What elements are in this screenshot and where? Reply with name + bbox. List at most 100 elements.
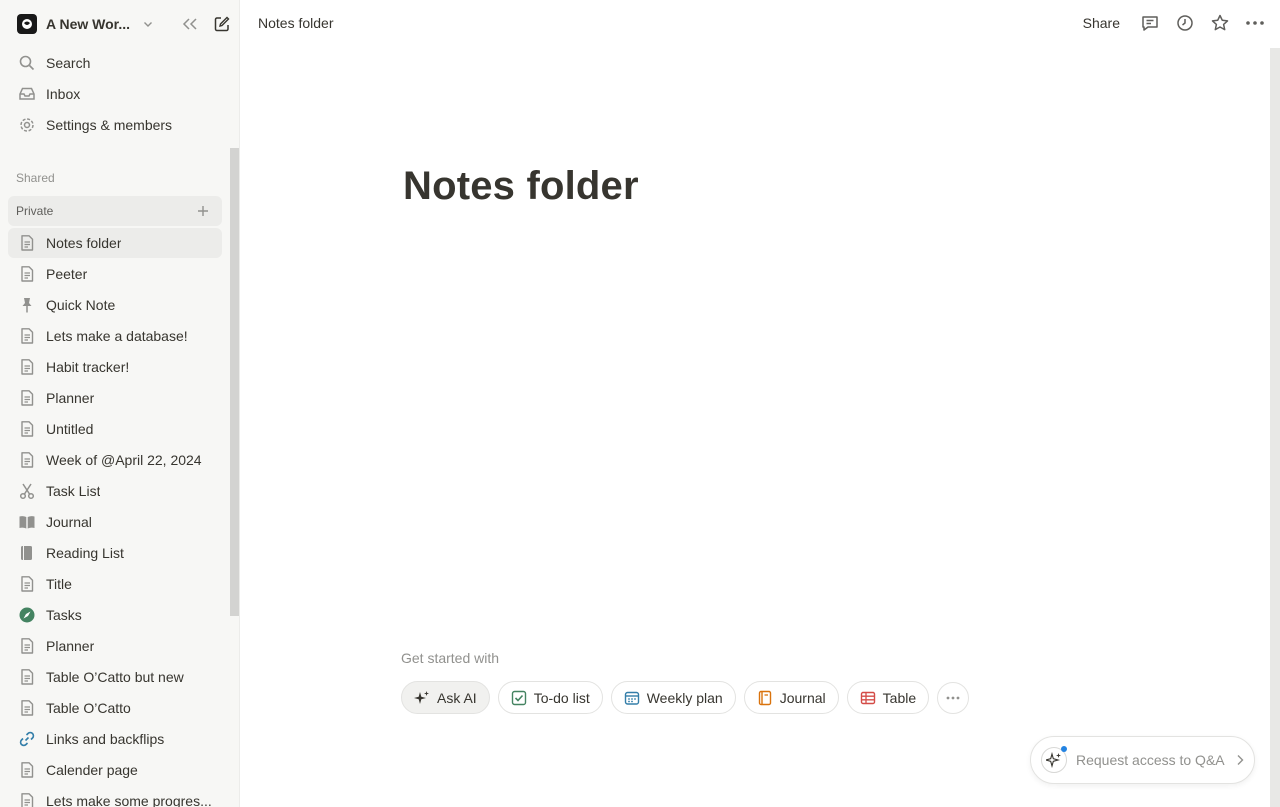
- page-icon: [16, 325, 38, 347]
- sidebar-page-label: Table O’Catto but new: [46, 669, 184, 685]
- chip-label: Table: [882, 689, 917, 706]
- open-book-icon: [16, 511, 38, 533]
- add-page-icon[interactable]: [194, 202, 212, 220]
- ellipsis-icon: [946, 696, 960, 699]
- sidebar-page-item[interactable]: Planner: [8, 383, 222, 413]
- sidebar-page-item[interactable]: Table O’Catto but new: [8, 662, 222, 692]
- sidebar-page-label: Calender page: [46, 762, 138, 778]
- notification-dot: [1061, 746, 1067, 752]
- collapse-sidebar-icon[interactable]: [180, 14, 200, 34]
- section-private[interactable]: Private: [8, 196, 222, 226]
- template-chips: Ask AI To-do list Weekly plan Journal Ta…: [401, 681, 970, 714]
- page-icon: [16, 387, 38, 409]
- comment-icon[interactable]: [1138, 10, 1161, 36]
- sidebar-page-label: Lets make some progres...: [46, 793, 212, 807]
- sidebar-page-item[interactable]: Untitled: [8, 414, 222, 444]
- table-button[interactable]: Table: [846, 681, 930, 714]
- sidebar-page-label: Planner: [46, 390, 95, 406]
- chip-label: Journal: [779, 689, 826, 706]
- table-icon: [860, 690, 876, 706]
- page-icon: [16, 356, 38, 378]
- sidebar-page-item[interactable]: Week of @April 22, 2024: [8, 445, 222, 475]
- workspace-logo-icon: [17, 14, 37, 34]
- book-icon: [16, 542, 38, 564]
- breadcrumb[interactable]: Notes folder: [258, 15, 333, 31]
- sidebar-page-label: Lets make a database!: [46, 328, 188, 344]
- sidebar-page-item[interactable]: Peeter: [8, 259, 222, 289]
- compass-icon: [16, 604, 38, 626]
- sidebar-page-item[interactable]: Lets make a database!: [8, 321, 222, 351]
- sidebar-page-label: Habit tracker!: [46, 359, 130, 375]
- sidebar-page-label: Planner: [46, 638, 95, 654]
- sidebar-page-item[interactable]: Task List: [8, 476, 222, 506]
- sidebar-page-label: Reading List: [46, 545, 124, 561]
- nav-inbox[interactable]: Inbox: [8, 79, 222, 109]
- new-page-icon[interactable]: [212, 14, 232, 34]
- chip-label: Ask AI: [437, 689, 477, 706]
- sidebar-page-item[interactable]: Calender page: [8, 755, 222, 785]
- sidebar-page-label: Week of @April 22, 2024: [46, 452, 202, 468]
- page-icon: [16, 232, 38, 254]
- notebook-icon: [757, 690, 773, 706]
- checkbox-icon: [511, 690, 527, 706]
- sidebar-page-label: Notes folder: [46, 235, 122, 251]
- section-private-label: Private: [16, 204, 54, 218]
- workspace-name: A New Wor...: [46, 16, 131, 32]
- chevron-down-icon[interactable]: [140, 16, 156, 32]
- scissors-icon: [16, 480, 38, 502]
- sidebar-page-label: Journal: [46, 514, 92, 530]
- more-options-icon[interactable]: [1243, 10, 1266, 36]
- sidebar-page-item[interactable]: Quick Note: [8, 290, 222, 320]
- sidebar-page-item[interactable]: Reading List: [8, 538, 222, 568]
- sidebar-page-item[interactable]: Tasks: [8, 600, 222, 630]
- sidebar-scrollbar[interactable]: [230, 148, 239, 616]
- sparkle-icon: [414, 690, 430, 706]
- ai-sparkle-icon: [1041, 746, 1067, 773]
- ask-ai-button[interactable]: Ask AI: [401, 681, 490, 714]
- todo-list-button[interactable]: To-do list: [497, 681, 603, 714]
- page-title[interactable]: Notes folder: [403, 164, 639, 209]
- sidebar-page-item[interactable]: Lets make some progres...: [8, 786, 222, 807]
- sidebar-page-item[interactable]: Journal: [8, 507, 222, 537]
- link-icon: [16, 728, 38, 750]
- page-icon: [16, 263, 38, 285]
- page-icon: [16, 697, 38, 719]
- nav-settings[interactable]: Settings & members: [8, 110, 222, 140]
- search-icon: [16, 52, 38, 74]
- sidebar-page-item[interactable]: Notes folder: [8, 228, 222, 258]
- nav-label: Search: [46, 55, 91, 71]
- share-button[interactable]: Share: [1077, 13, 1126, 33]
- journal-button[interactable]: Journal: [743, 681, 839, 714]
- chevron-right-icon: [1233, 753, 1247, 767]
- page-icon: [16, 666, 38, 688]
- inbox-icon: [16, 83, 38, 105]
- page-icon: [16, 790, 38, 807]
- weekly-plan-button[interactable]: Weekly plan: [610, 681, 736, 714]
- gear-icon: [16, 114, 38, 136]
- section-shared[interactable]: Shared: [16, 171, 55, 185]
- pin-icon: [16, 294, 38, 316]
- page-icon: [16, 635, 38, 657]
- request-qa-access-button[interactable]: Request access to Q&A: [1030, 736, 1255, 784]
- chip-label: To-do list: [533, 689, 590, 706]
- sidebar-page-label: Links and backflips: [46, 731, 165, 747]
- sidebar-page-label: Quick Note: [46, 297, 116, 313]
- sidebar-page-item[interactable]: Title: [8, 569, 222, 599]
- page-icon: [16, 449, 38, 471]
- sidebar-page-item[interactable]: Habit tracker!: [8, 352, 222, 382]
- sidebar-page-item[interactable]: Table O’Catto: [8, 693, 222, 723]
- nav-search[interactable]: Search: [8, 48, 222, 78]
- sidebar-page-item[interactable]: Links and backflips: [8, 724, 222, 754]
- main-scrollbar[interactable]: [1270, 48, 1280, 807]
- star-icon[interactable]: [1208, 10, 1231, 36]
- sidebar-page-label: Task List: [46, 483, 101, 499]
- clock-icon[interactable]: [1173, 10, 1196, 36]
- sidebar-page-item[interactable]: Planner: [8, 631, 222, 661]
- page-icon: [16, 573, 38, 595]
- sidebar-page-label: Untitled: [46, 421, 94, 437]
- sidebar-page-label: Table O’Catto: [46, 700, 131, 716]
- more-templates-button[interactable]: [937, 681, 970, 714]
- workspace-switcher[interactable]: A New Wor...: [8, 8, 232, 40]
- page-icon: [16, 418, 38, 440]
- page-icon: [16, 759, 38, 781]
